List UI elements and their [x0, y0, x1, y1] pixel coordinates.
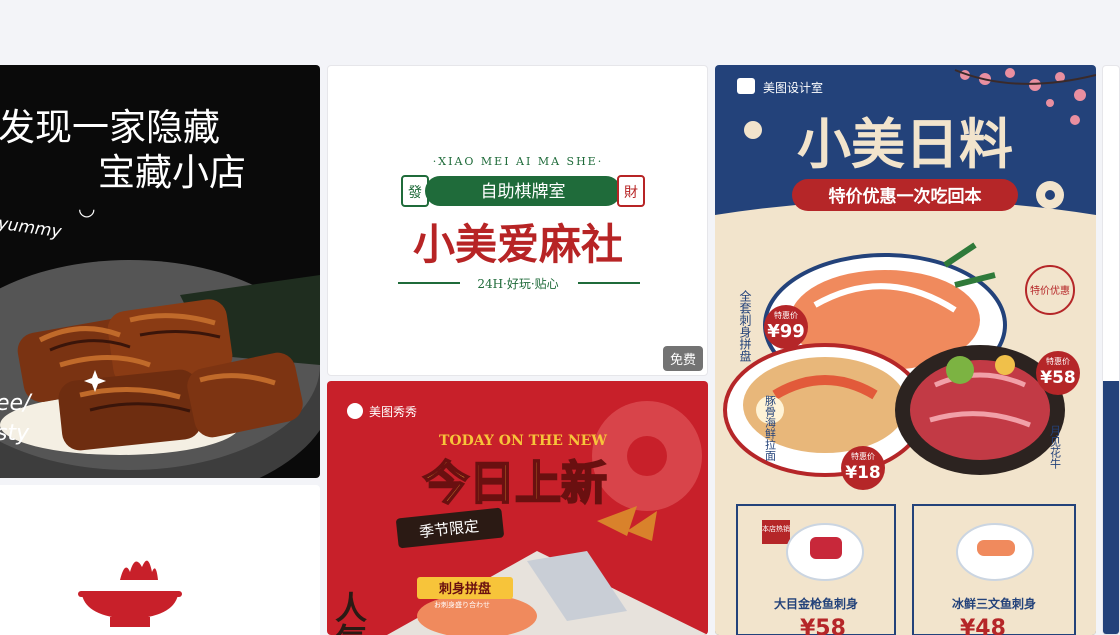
price-tag-58-label: 特惠价: [1046, 356, 1070, 366]
eel-bottom-text-1: ee/: [0, 391, 33, 416]
stamp-text: 特价优惠: [1030, 284, 1070, 297]
today-side-text: 人気: [330, 591, 368, 635]
price-tag-18-label: 特惠价: [851, 451, 875, 461]
template-card-today-new[interactable]: 美图秀秀 TODAY ON THE NEW 今日上新 季节限定 人気 刺身拼盘 …: [327, 381, 708, 635]
mahjong-tagline: 24H·好玩·贴心: [477, 277, 558, 291]
hot-sale-tag-text: 本店热销: [762, 524, 790, 533]
mahjong-tile-left-text: 發: [408, 185, 422, 201]
flower-icon-left: [744, 121, 762, 139]
dish-tag-small: お刺身盛り合わせ: [434, 600, 490, 609]
mahjong-title: 小美爱麻社: [413, 220, 623, 269]
mahjong-subtitle: 自助棋牌室: [481, 182, 566, 202]
salmon-price: ¥48: [960, 616, 1006, 635]
template-card-mahjong-room[interactable]: ·XIAO MEI AI MA SHE· 發 自助棋牌室 財 小美爱麻社 24H…: [327, 65, 708, 376]
eel-rice-bowl-image: 发现一家隐藏 宝藏小店 yummy ◡ ee/ sty: [0, 106, 320, 478]
eel-bottom-text-2: sty: [0, 421, 30, 446]
eel-headline-line1: 发现一家隐藏: [0, 106, 220, 149]
eel-smile: ◡: [78, 196, 95, 220]
price-tag-58-value: ¥58: [1040, 368, 1076, 388]
top-bar: [0, 0, 1120, 63]
grill-bowl-icon: [82, 595, 178, 619]
japanese-poster: 美图设计室 小美日料 特价优惠一次吃回本 全套刺身拼盘 特惠价 ¥99 特价优惠…: [715, 68, 1096, 635]
template-card-partial-right[interactable]: [1102, 65, 1120, 635]
template-card-japanese-food[interactable]: 美图设计室 小美日料 特价优惠一次吃回本 全套刺身拼盘 特惠价 ¥99 特价优惠…: [715, 65, 1096, 635]
ramen-label: 豚骨海鲜拉面: [764, 395, 777, 461]
sashimi-side-label: 全套刺身拼盘: [738, 289, 752, 362]
japanese-title: 小美日料: [797, 113, 1013, 176]
partial-card-image: [1103, 381, 1119, 634]
salmon-name: 冰鲜三文鱼刺身: [952, 596, 1036, 611]
free-badge: 免费: [662, 346, 703, 371]
today-en: TODAY ON THE NEW: [439, 433, 607, 449]
mahjong-tile-right-text: 財: [624, 185, 638, 201]
template-card-bbq[interactable]: [0, 485, 320, 635]
japanese-ribbon-text: 特价优惠一次吃回本: [829, 186, 982, 207]
japanese-brand: 美图设计室: [763, 80, 823, 95]
price-tag-18-value: ¥18: [845, 463, 881, 483]
price-tag-99-label: 特惠价: [774, 310, 798, 320]
mahjong-logo: ·XIAO MEI AI MA SHE· 發 自助棋牌室 財 小美爱麻社 24H…: [398, 155, 645, 291]
template-card-eel-restaurant[interactable]: 发现一家隐藏 宝藏小店 yummy ◡ ee/ sty: [0, 65, 320, 478]
today-brand: 美图秀秀: [369, 405, 417, 419]
tuna-name: 大目金枪鱼刺身: [774, 596, 858, 611]
mahjong-en-name: ·XIAO MEI AI MA SHE·: [433, 155, 603, 168]
maple-leaf-icon: [597, 506, 657, 541]
eel-headline-line2: 宝藏小店: [98, 151, 246, 194]
eel-yummy-text: yummy: [0, 213, 64, 242]
today-title: 今日上新: [423, 456, 607, 510]
beef-label: 月见花牛: [1049, 425, 1062, 470]
fire-icon: [120, 560, 158, 580]
price-tag-99-value: ¥99: [767, 321, 805, 342]
today-new-poster: 美图秀秀 TODAY ON THE NEW 今日上新 季节限定 人気 刺身拼盘 …: [330, 401, 708, 635]
bbq-logo: [78, 560, 182, 627]
meitu-design-logo-icon: [737, 78, 755, 94]
tuna-price: ¥58: [800, 616, 846, 635]
dish-tag-text: 刺身拼盘: [439, 581, 491, 597]
meitu-xiuxiu-logo-icon: [347, 403, 363, 419]
